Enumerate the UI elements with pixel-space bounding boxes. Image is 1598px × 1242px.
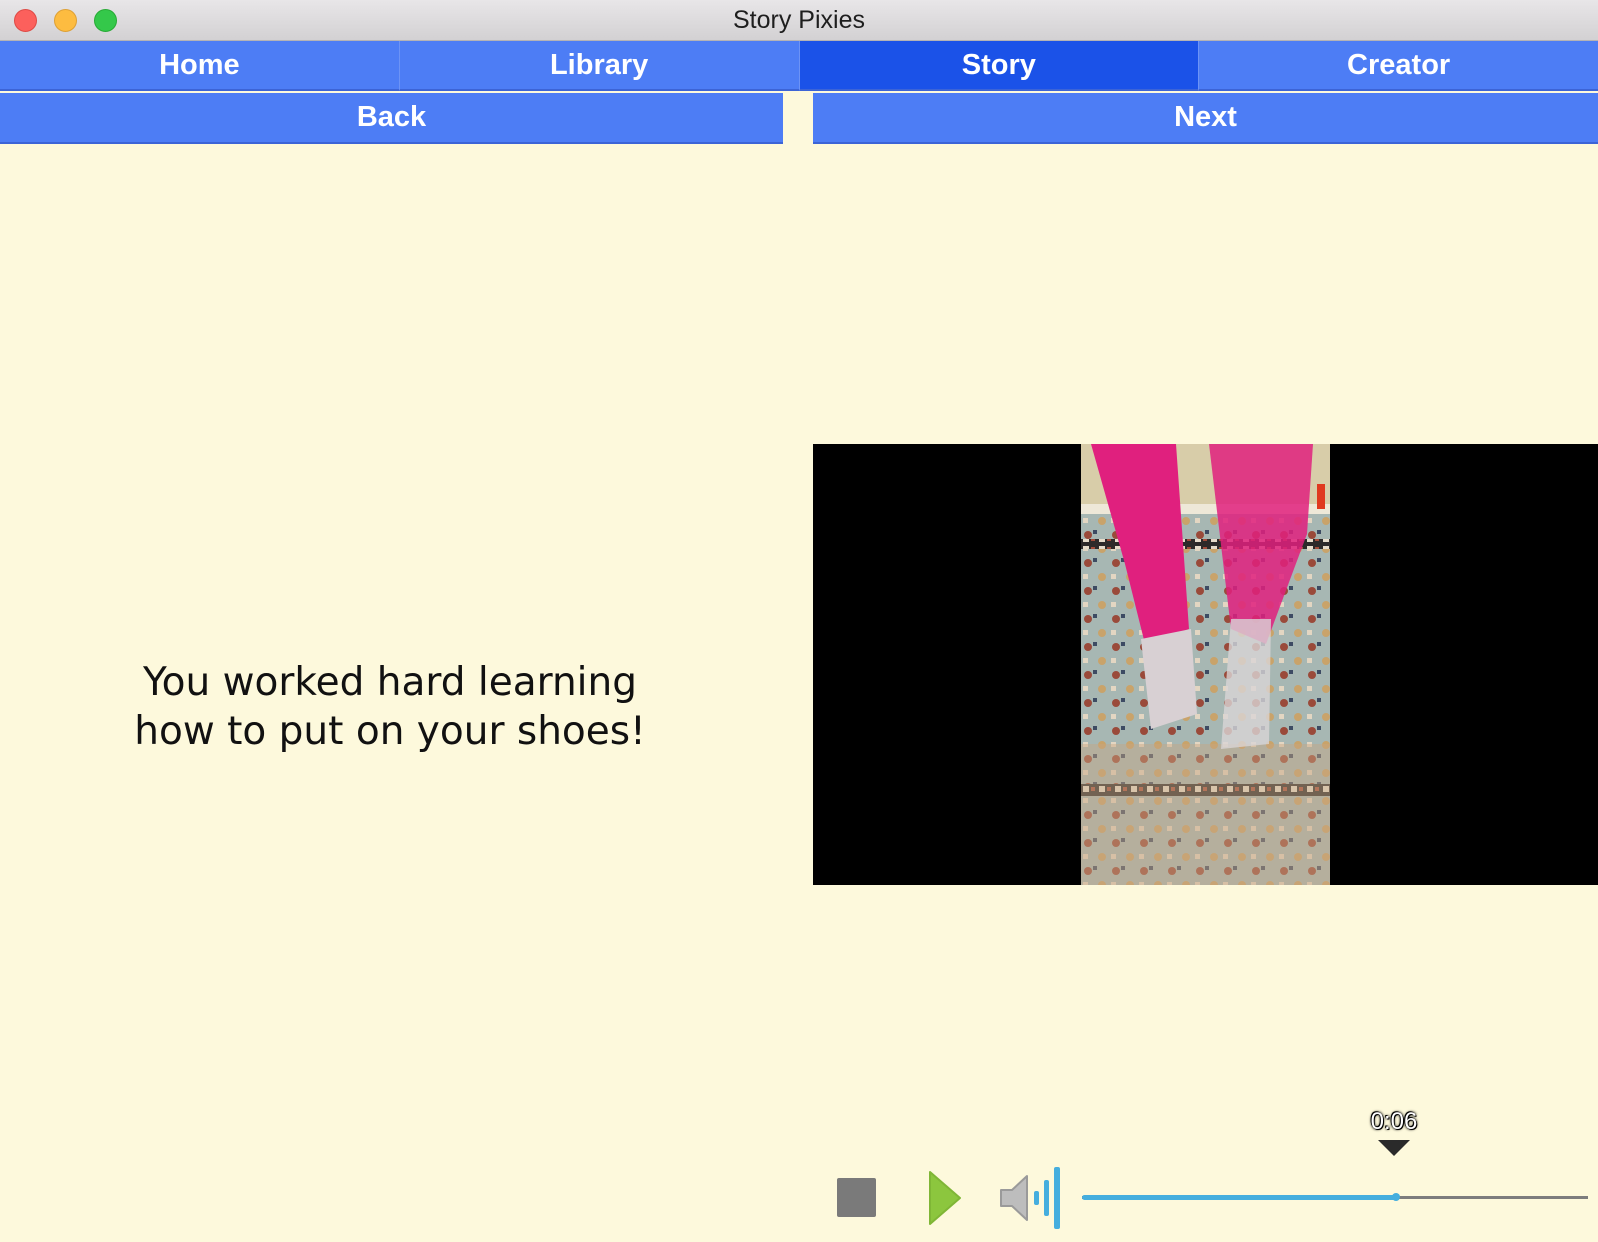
main-tab-bar: Home Library Story Creator: [0, 41, 1598, 91]
stop-icon[interactable]: [837, 1178, 876, 1217]
seek-progress: [1082, 1195, 1396, 1200]
video-frame: [1081, 444, 1330, 885]
story-text-line-2: how to put on your shoes!: [134, 709, 646, 754]
seek-handle[interactable]: [1391, 1193, 1400, 1201]
window-title: Story Pixies: [733, 6, 865, 34]
story-page-text: You worked hard learning how to put on y…: [80, 658, 700, 756]
play-icon[interactable]: [928, 1170, 962, 1226]
time-tooltip-pointer: [1378, 1140, 1410, 1156]
tab-home[interactable]: Home: [0, 41, 400, 91]
volume-icon[interactable]: [998, 1164, 1064, 1232]
story-text-line-1: You worked hard learning: [143, 660, 637, 705]
back-button[interactable]: Back: [0, 93, 783, 144]
tab-library[interactable]: Library: [399, 41, 800, 91]
time-tooltip: 0:06: [1370, 1108, 1418, 1135]
window-titlebar: Story Pixies: [0, 0, 1598, 41]
next-button[interactable]: Next: [813, 93, 1598, 144]
video-player[interactable]: [813, 444, 1598, 885]
tab-story[interactable]: Story: [799, 41, 1200, 91]
tab-creator[interactable]: Creator: [1199, 41, 1598, 91]
seek-slider[interactable]: [1082, 1193, 1588, 1201]
